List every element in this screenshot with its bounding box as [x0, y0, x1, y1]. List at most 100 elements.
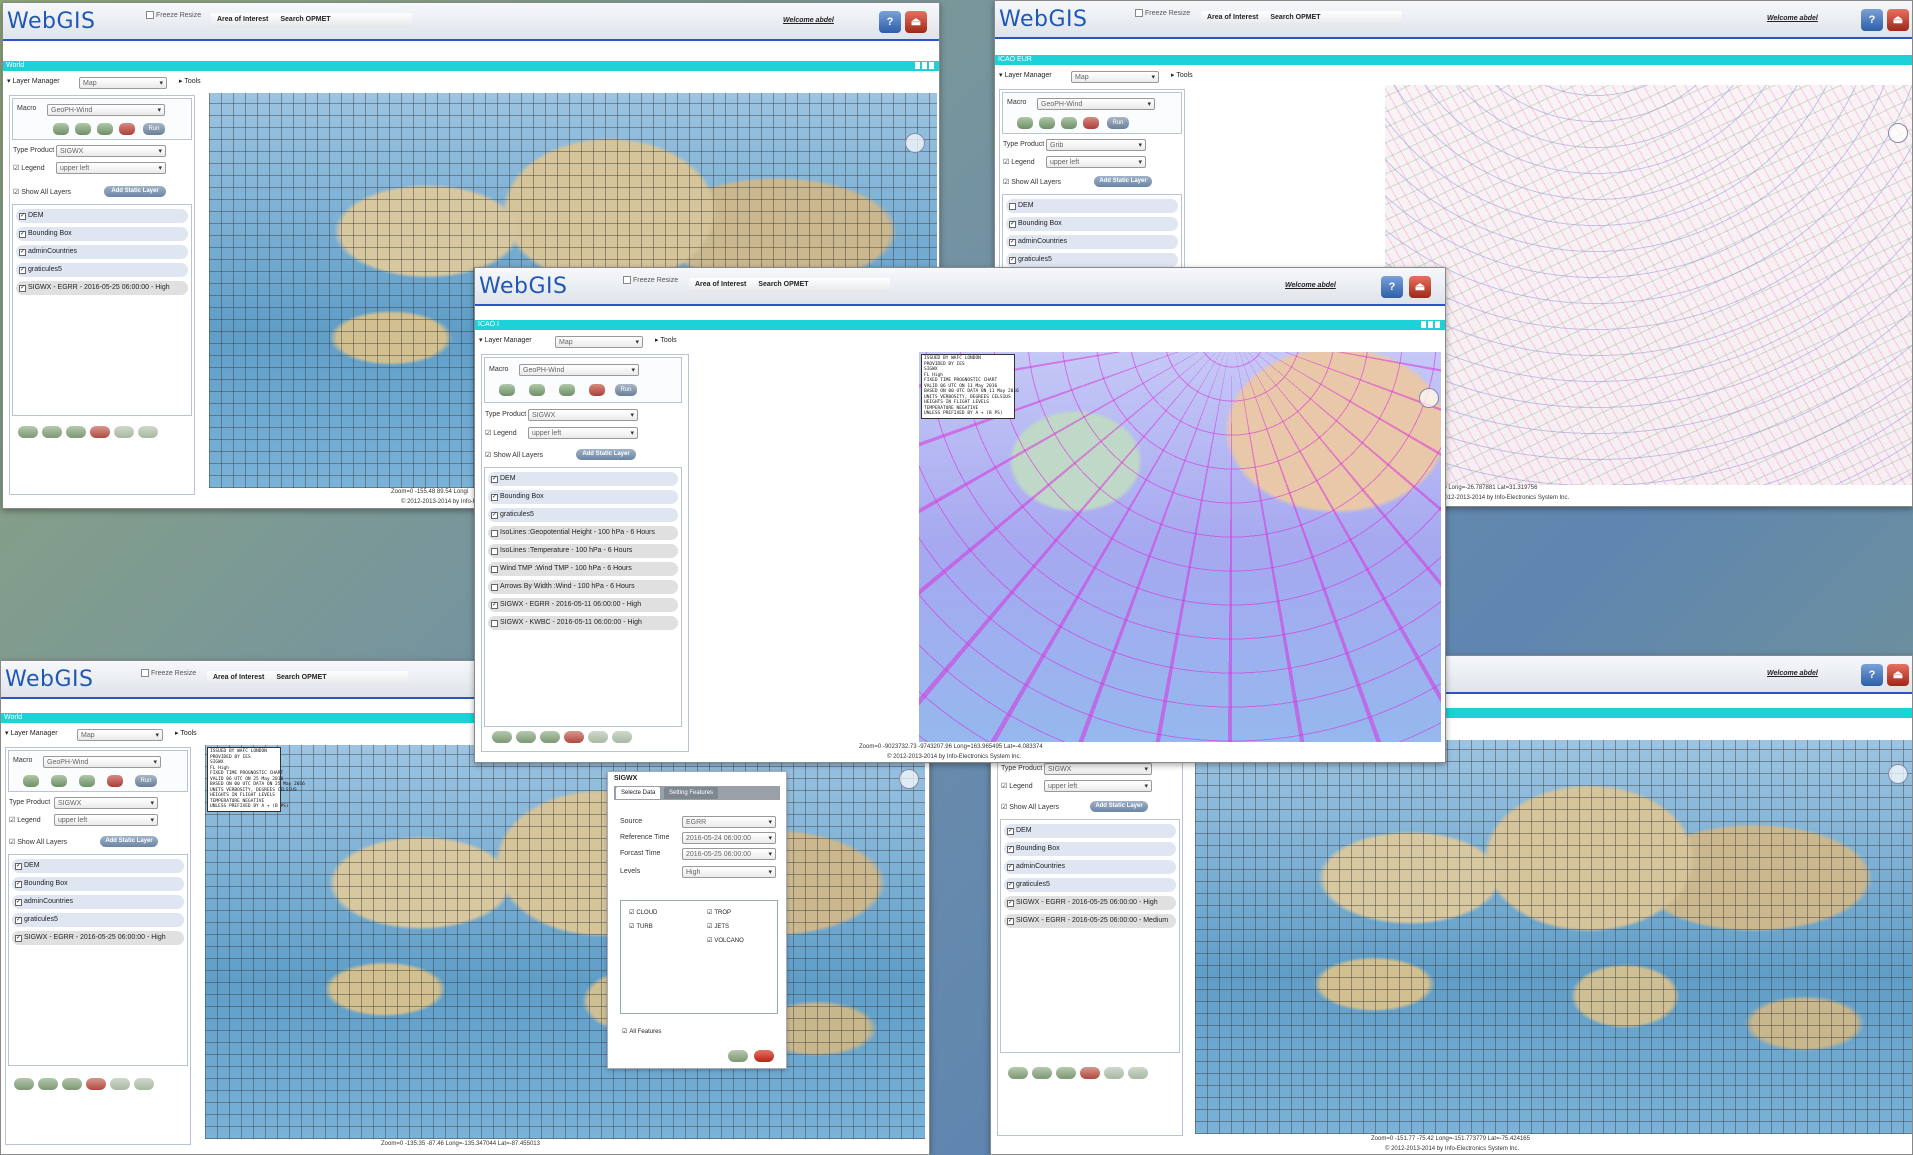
check-icon[interactable]: ✓ [491, 494, 498, 501]
check-icon[interactable]: ✓ [491, 602, 498, 609]
help-button[interactable]: ? [1861, 664, 1883, 686]
refresh-icon[interactable] [1061, 117, 1077, 129]
delete-icon[interactable] [1083, 117, 1099, 129]
check-icon[interactable]: ✓ [19, 249, 26, 256]
layer-item[interactable]: ✓ SIGWX - EGRR - 2016-05-25 06:00:00 - Hi… [1004, 896, 1176, 910]
check-icon[interactable]: ✓ [19, 267, 26, 274]
move-up-icon[interactable] [492, 731, 512, 743]
move-up-icon[interactable] [14, 1078, 34, 1090]
move-top-icon[interactable] [1056, 1067, 1076, 1079]
type-product-select[interactable]: SIGWX [528, 409, 638, 422]
help-button[interactable]: ? [1861, 9, 1883, 31]
check-icon[interactable]: ✓ [1007, 900, 1014, 907]
check-icon[interactable]: ✓ [15, 881, 22, 888]
pan-control-icon[interactable] [1888, 123, 1908, 143]
move-down-icon[interactable] [42, 426, 62, 438]
map-select[interactable]: Map [555, 336, 643, 349]
layer-item[interactable]: IsoLines :Temperature - 100 hPa - 6 Hour… [488, 544, 678, 558]
layer-item[interactable]: ✓ graticules5 [1004, 878, 1176, 892]
welcome-link[interactable]: Welcome abdel [1767, 670, 1818, 677]
delete-icon[interactable] [119, 123, 135, 135]
show-all-layers-checkbox[interactable]: ☑ Show All Layers [13, 188, 71, 196]
layer-item[interactable]: DEM [1006, 199, 1178, 213]
layer-item[interactable]: ✓ DEM [1004, 824, 1176, 838]
help-button[interactable]: ? [879, 11, 901, 33]
pan-control-icon[interactable] [1419, 388, 1439, 408]
check-icon[interactable]: ✓ [15, 863, 22, 870]
exit-button[interactable]: ⏏ [1409, 276, 1431, 298]
check-icon[interactable]: ✓ [19, 285, 26, 292]
layer-item[interactable]: ✓ SIGWX - EGRR - 2016-05-11 06:00:00 - Hi… [488, 598, 678, 612]
legend-checkbox[interactable]: ☑ Legend [485, 429, 517, 437]
map-select[interactable]: Map [1071, 71, 1159, 84]
levels-select[interactable]: High [682, 866, 776, 879]
move-top-icon[interactable] [62, 1078, 82, 1090]
freeze-resize-checkbox[interactable]: Freeze Resize [1135, 9, 1190, 17]
macro-select[interactable]: GeoPH-Wind [47, 104, 165, 117]
pan-control-icon[interactable] [905, 133, 925, 153]
type-product-select[interactable]: SIGWX [54, 797, 158, 810]
check-icon[interactable]: ✓ [491, 476, 498, 483]
legend-checkbox[interactable]: ☑ Legend [1001, 782, 1033, 790]
legend-checkbox[interactable]: ☑ Legend [13, 164, 45, 172]
layer-item[interactable]: ✓ Bounding Box [12, 877, 184, 891]
layer-manager-toggle[interactable]: ▾ Layer Manager [999, 69, 1052, 83]
feature-jets-checkbox[interactable]: JETS [707, 923, 729, 930]
check-icon[interactable]: ✓ [491, 512, 498, 519]
pan-control-icon[interactable] [1888, 764, 1908, 784]
welcome-link[interactable]: Welcome abdel [1285, 282, 1336, 289]
layer-item[interactable]: ✓ graticules5 [1006, 253, 1178, 267]
check-icon[interactable]: ✓ [19, 231, 26, 238]
menu-area-of-interest[interactable]: Area of Interest [217, 16, 268, 23]
check-icon[interactable]: ✓ [1007, 864, 1014, 871]
menu-area-of-interest[interactable]: Area of Interest [695, 281, 746, 288]
move-down-icon[interactable] [38, 1078, 58, 1090]
menu-search-opmet[interactable]: Search OPMET [280, 16, 330, 23]
map-view[interactable] [1195, 740, 1912, 1134]
layer-item[interactable]: ✓ adminCountries [12, 895, 184, 909]
move-up-icon[interactable] [18, 426, 38, 438]
remove-icon[interactable] [564, 731, 584, 743]
reference-time-select[interactable]: 2016-05-24 06:00:00 [682, 832, 776, 845]
menu-search-opmet[interactable]: Search OPMET [276, 674, 326, 681]
settings-icon[interactable] [1128, 1067, 1148, 1079]
layer-item[interactable]: ✓ adminCountries [16, 245, 188, 259]
check-icon[interactable]: ✓ [1007, 846, 1014, 853]
cancel-icon[interactable] [754, 1050, 774, 1062]
check-icon[interactable]: ✓ [1009, 221, 1016, 228]
layer-item[interactable]: ✓ Bounding Box [16, 227, 188, 241]
layer-item[interactable]: ✓ graticules5 [488, 508, 678, 522]
macro-select[interactable]: GeoPH-Wind [1037, 98, 1155, 111]
exit-button[interactable]: ⏏ [1887, 664, 1909, 686]
layer-item[interactable]: Wind TMP :Wind TMP - 100 hPa - 6 Hours [488, 562, 678, 576]
move-top-icon[interactable] [540, 731, 560, 743]
edit-icon[interactable] [529, 384, 545, 396]
settings-icon[interactable] [138, 426, 158, 438]
layer-item[interactable]: ✓ DEM [488, 472, 678, 486]
map-select[interactable]: Map [77, 729, 163, 742]
tools-toggle[interactable]: ▸ Tools [1171, 69, 1193, 83]
help-button[interactable]: ? [1381, 276, 1403, 298]
layer-item[interactable]: ✓ Bounding Box [488, 490, 678, 504]
type-product-select[interactable]: SIGWX [1044, 763, 1152, 776]
run-button[interactable]: Run [143, 123, 165, 135]
properties-icon[interactable] [114, 426, 134, 438]
map-view[interactable]: ISSUED BY WAFC LONDON PROVIDED BY IES SI… [205, 745, 925, 1139]
show-all-layers-checkbox[interactable]: ☑ Show All Layers [9, 838, 67, 846]
layer-item[interactable]: ✓ SIGWX - EGRR - 2016-05-25 06:00:00 - Hi… [16, 281, 188, 295]
check-icon[interactable] [491, 548, 498, 555]
legend-select[interactable]: upper left [1044, 780, 1152, 793]
check-icon[interactable] [491, 530, 498, 537]
legend-select[interactable]: upper left [1046, 156, 1146, 169]
layer-item[interactable]: ✓ DEM [12, 859, 184, 873]
legend-select[interactable]: upper left [528, 427, 638, 440]
properties-icon[interactable] [1104, 1067, 1124, 1079]
layer-item[interactable]: ✓ Bounding Box [1006, 217, 1178, 231]
check-icon[interactable]: ✓ [15, 917, 22, 924]
tab-setting-features[interactable]: Setting Features [664, 787, 719, 799]
freeze-resize-checkbox[interactable]: Freeze Resize [146, 11, 201, 19]
welcome-link[interactable]: Welcome abdel [783, 17, 834, 24]
feature-cloud-checkbox[interactable]: CLOUD [629, 909, 657, 916]
check-icon[interactable]: ✓ [1007, 828, 1014, 835]
check-icon[interactable]: ✓ [1007, 918, 1014, 925]
